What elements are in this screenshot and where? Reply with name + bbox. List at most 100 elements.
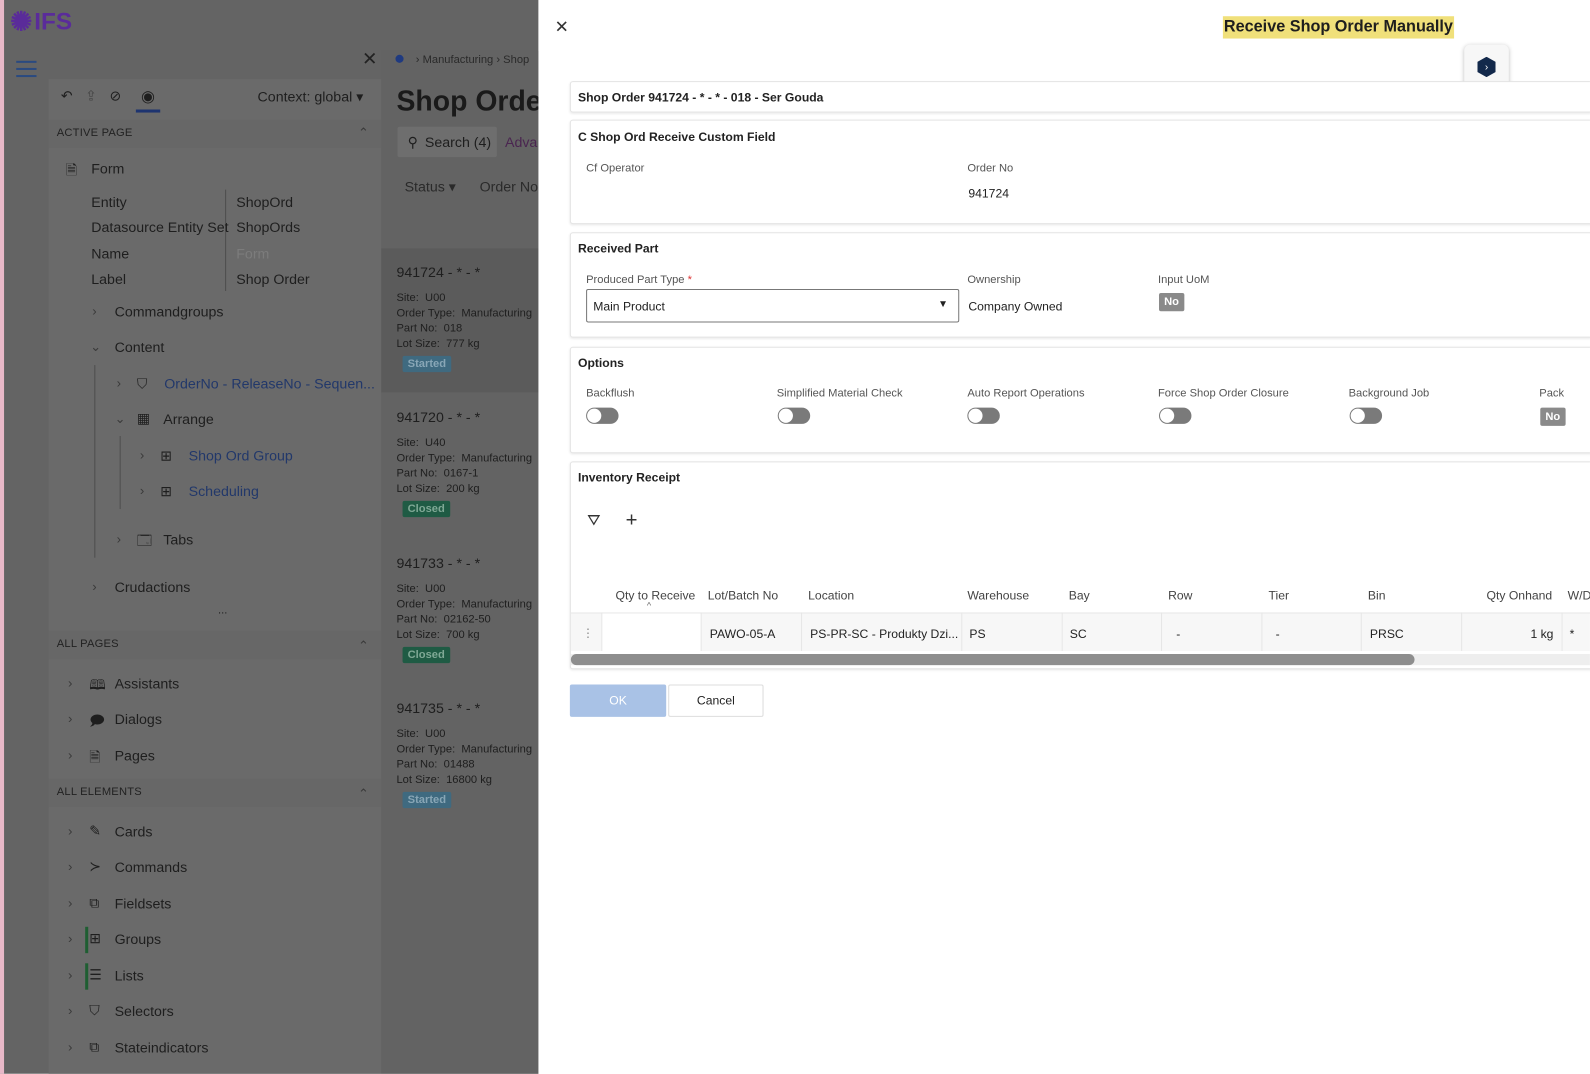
expand-icon[interactable]: › bbox=[68, 747, 72, 762]
expand-icon[interactable]: › bbox=[68, 967, 72, 982]
qty-to-receive-cell[interactable] bbox=[601, 613, 701, 651]
column-header[interactable]: Row bbox=[1168, 588, 1192, 602]
table-cell[interactable]: PS bbox=[969, 627, 985, 641]
horizontal-scrollbar[interactable] bbox=[570, 654, 1590, 666]
expand-icon[interactable]: › bbox=[117, 531, 121, 546]
active-page-header[interactable]: ACTIVE PAGE ⌃ bbox=[48, 119, 382, 149]
tree-cards[interactable]: Cards bbox=[115, 823, 153, 839]
column-header[interactable]: Warehouse bbox=[967, 588, 1029, 602]
cancel-button[interactable]: Cancel bbox=[668, 684, 764, 717]
card-title[interactable]: 941735 - * - * bbox=[396, 700, 480, 716]
order-no-filter[interactable]: Order No bbox=[480, 178, 538, 194]
add-icon[interactable]: + bbox=[626, 509, 638, 532]
tree-commands[interactable]: Commands bbox=[115, 859, 188, 875]
menu-icon[interactable] bbox=[16, 60, 37, 78]
produced-part-type-select[interactable]: Main Product ▼ bbox=[586, 288, 960, 323]
table-cell[interactable]: PAWO-05-A bbox=[710, 627, 776, 641]
tree-dialogs[interactable]: Dialogs bbox=[115, 711, 162, 727]
table-cell[interactable]: - bbox=[1276, 627, 1280, 641]
more-indicator[interactable]: ... bbox=[218, 604, 227, 616]
change-marker bbox=[85, 963, 89, 990]
close-sidebar-icon[interactable]: ✕ bbox=[362, 49, 377, 70]
column-header[interactable]: Location bbox=[808, 588, 854, 602]
table-cell[interactable]: 1 kg bbox=[1461, 627, 1553, 641]
tree-crudactions[interactable]: Crudactions bbox=[115, 579, 191, 595]
row-drag-handle-icon[interactable]: ⋮ bbox=[582, 626, 594, 640]
groups-icon: ⊞ bbox=[89, 929, 102, 947]
card-title[interactable]: 941733 - * - * bbox=[396, 555, 480, 571]
column-header[interactable]: Bin bbox=[1368, 588, 1386, 602]
force-shop-order-closure-toggle[interactable] bbox=[1159, 407, 1192, 424]
tree-commandgroups[interactable]: Commandgroups bbox=[115, 303, 224, 319]
collapse-icon[interactable]: ⌄ bbox=[90, 339, 101, 355]
table-cell[interactable]: * bbox=[1570, 627, 1575, 641]
collapse-icon[interactable]: ⌃ bbox=[358, 125, 369, 141]
card-title[interactable]: 941724 - * - * bbox=[396, 264, 480, 280]
column-header[interactable]: Bay bbox=[1069, 588, 1090, 602]
search-button[interactable]: ⚲ Search (4) bbox=[397, 126, 497, 158]
tree-selectors[interactable]: Selectors bbox=[115, 1003, 174, 1019]
tree-group-shop-ord[interactable]: Shop Ord Group bbox=[189, 447, 293, 463]
card-field: Part No: 02162-50 bbox=[396, 613, 491, 626]
tree-content[interactable]: Content bbox=[115, 339, 165, 355]
collapse-icon[interactable]: ⌃ bbox=[358, 786, 369, 802]
expand-icon[interactable]: › bbox=[68, 711, 72, 726]
ok-button[interactable]: OK bbox=[569, 684, 667, 717]
advanced-link[interactable]: Adva bbox=[505, 134, 537, 150]
home-icon[interactable] bbox=[395, 54, 404, 63]
column-header[interactable]: Qty to Receive bbox=[615, 588, 695, 602]
tree-arrange[interactable]: Arrange bbox=[163, 411, 214, 427]
collapse-icon[interactable]: ⌃ bbox=[358, 638, 369, 654]
context-select[interactable]: Context: global ▾ bbox=[258, 88, 364, 105]
expand-icon[interactable]: › bbox=[68, 1039, 72, 1054]
tree-group-scheduling[interactable]: Scheduling bbox=[189, 483, 259, 499]
card-title[interactable]: 941720 - * - * bbox=[396, 409, 480, 425]
breadcrumb-shop[interactable]: Shop bbox=[503, 54, 529, 66]
expand-icon[interactable]: › bbox=[68, 823, 72, 838]
collapse-icon[interactable]: ⌄ bbox=[115, 411, 126, 427]
close-dialog-icon[interactable]: ✕ bbox=[555, 17, 569, 37]
expand-icon[interactable]: › bbox=[68, 675, 72, 690]
tree-pages[interactable]: Pages bbox=[115, 747, 155, 763]
dialog-title: Receive Shop Order Manually bbox=[1222, 16, 1454, 39]
expand-icon[interactable]: › bbox=[68, 859, 72, 874]
table-cell[interactable]: SC bbox=[1070, 627, 1087, 641]
hide-icon[interactable]: ⊘ bbox=[110, 87, 122, 104]
all-elements-header[interactable]: ALL ELEMENTS ⌃ bbox=[48, 778, 382, 808]
expand-icon[interactable]: › bbox=[140, 447, 144, 462]
tree-groups[interactable]: Groups bbox=[115, 931, 162, 947]
expand-icon[interactable]: › bbox=[140, 483, 144, 498]
breadcrumb-manufacturing[interactable]: Manufacturing bbox=[423, 54, 494, 66]
eye-icon[interactable]: ◉ bbox=[141, 86, 155, 106]
status-filter[interactable]: Status ▾ bbox=[405, 178, 456, 195]
tree-tabs[interactable]: Tabs bbox=[163, 531, 193, 547]
undo-icon[interactable]: ↶ bbox=[61, 87, 73, 104]
auto-report-operations-toggle[interactable] bbox=[967, 407, 1000, 424]
publish-icon[interactable]: ⇪ bbox=[85, 87, 97, 104]
expand-icon[interactable]: › bbox=[68, 1003, 72, 1018]
tree-lists[interactable]: Lists bbox=[115, 967, 144, 983]
backflush-toggle[interactable] bbox=[586, 407, 619, 424]
simplified-material-check-toggle[interactable] bbox=[777, 407, 811, 424]
all-pages-header[interactable]: ALL PAGES ⌃ bbox=[48, 630, 382, 660]
filter-icon[interactable]: ⛛ bbox=[587, 512, 601, 530]
column-header[interactable]: Lot/Batch No bbox=[708, 588, 778, 602]
background-job-toggle[interactable] bbox=[1349, 407, 1383, 424]
column-header[interactable]: Tier bbox=[1269, 588, 1290, 602]
table-cell[interactable]: - bbox=[1176, 627, 1180, 641]
tree-stateindicators[interactable]: Stateindicators bbox=[115, 1039, 209, 1055]
expand-icon[interactable]: › bbox=[68, 895, 72, 910]
expand-icon[interactable]: › bbox=[92, 303, 96, 318]
expand-icon[interactable]: › bbox=[92, 579, 96, 594]
tree-root-form[interactable]: Form bbox=[91, 160, 124, 176]
table-cell[interactable]: PS-PR-SC - Produkty Dzi... bbox=[810, 627, 958, 641]
column-header[interactable]: Qty Onhand bbox=[1487, 588, 1553, 602]
expand-icon[interactable]: › bbox=[117, 375, 121, 390]
tree-assistants[interactable]: Assistants bbox=[115, 675, 180, 691]
tree-selector[interactable]: OrderNo - ReleaseNo - Sequen... bbox=[164, 375, 375, 391]
expand-icon[interactable]: › bbox=[68, 931, 72, 946]
column-header[interactable]: W/D bbox=[1568, 588, 1590, 602]
table-cell[interactable]: PRSC bbox=[1370, 627, 1404, 641]
scrollbar-thumb[interactable] bbox=[570, 654, 1415, 666]
tree-fieldsets[interactable]: Fieldsets bbox=[115, 895, 172, 911]
